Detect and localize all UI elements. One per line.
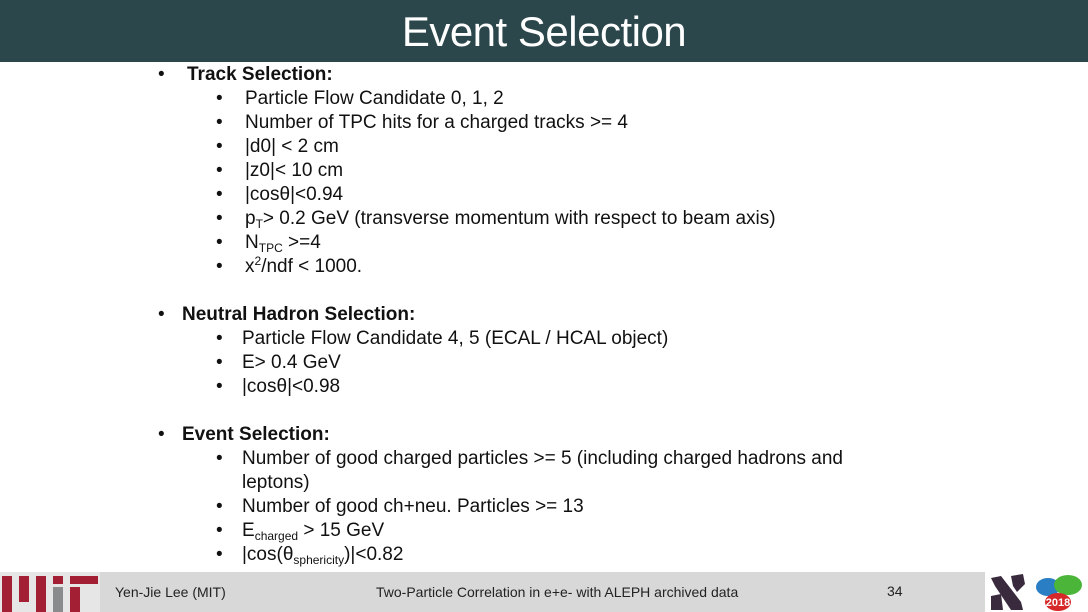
item-text: Number of good ch+neu. Particles >= 13 <box>242 496 584 517</box>
bullet-icon: • <box>216 208 223 229</box>
bullet-icon: • <box>216 136 223 157</box>
track-criteria-list: • Particle Flow Candidate 0, 1, 2 • Number… <box>158 87 1058 279</box>
aleph-logo <box>991 574 1025 610</box>
item-text: x <box>245 256 255 277</box>
conference-year: 2018 <box>1046 597 1070 609</box>
section-heading: Neutral Hadron Selection: <box>158 303 1058 327</box>
subscript: charged <box>254 529 299 543</box>
bullet-icon: • <box>216 496 223 517</box>
item-text: >=4 <box>282 232 321 253</box>
bullet-icon: • <box>216 184 223 205</box>
subscript: T <box>255 217 263 231</box>
bullet-icon: • <box>216 544 223 565</box>
item-text: E> 0.4 GeV <box>242 352 341 373</box>
list-item: • x2/ndf < 1000. <box>158 255 1058 279</box>
track-selection-section: Track Selection: • Particle Flow Candidat… <box>158 63 1058 279</box>
slide-title: Event Selection <box>401 8 687 55</box>
bullet-icon: • <box>216 88 223 109</box>
list-item: • |cos(θsphericity)|<0.82 <box>158 543 902 567</box>
list-item: • Number of TPC hits for a charged tracks… <box>158 111 1058 135</box>
subscript: sphericity <box>293 553 345 567</box>
item-text: > 0.2 GeV (transverse momentum with resp… <box>262 208 776 229</box>
bullet-icon: • <box>216 376 223 397</box>
item-text: Particle Flow Candidate 4, 5 (ECAL / HCA… <box>242 328 669 349</box>
bullet-icon: • <box>216 520 223 541</box>
item-text: /ndf < 1000. <box>261 256 363 277</box>
list-item: • Number of good charged particles >= 5 (… <box>158 447 902 495</box>
item-text: |z0|< 10 cm <box>245 160 344 181</box>
item-text: E <box>242 520 255 541</box>
item-text: |cosθ|<0.98 <box>242 376 341 397</box>
section-heading: Track Selection: <box>158 63 1058 87</box>
list-item: • E> 0.4 GeV <box>158 351 1058 375</box>
item-text: |cosθ|<0.94 <box>245 184 344 205</box>
item-text: )|<0.82 <box>344 544 404 565</box>
list-item: • Number of good ch+neu. Particles >= 13 <box>158 495 902 519</box>
item-text: Number of good charged particles >= 5 (i… <box>242 448 843 493</box>
neutral-criteria-list: • Particle Flow Candidate 4, 5 (ECAL / HC… <box>158 327 1058 399</box>
list-item: • Echarged > 15 GeV <box>158 519 902 543</box>
list-item: • |cosθ|<0.98 <box>158 375 1058 399</box>
neutral-hadron-selection-section: Neutral Hadron Selection: • Particle Flow… <box>158 303 1058 399</box>
list-item: • |z0|< 10 cm <box>158 159 1058 183</box>
page-number: 34 <box>887 583 903 599</box>
item-text: |d0| < 2 cm <box>245 136 339 157</box>
bullet-icon: • <box>216 352 223 373</box>
bullet-icon: • <box>216 232 223 253</box>
footer-talk-title: Two-Particle Correlation in e+e- with AL… <box>376 584 739 600</box>
bullet-icon: • <box>216 112 223 133</box>
list-item: • Particle Flow Candidate 0, 1, 2 <box>158 87 1058 111</box>
item-text: N <box>245 232 259 253</box>
bullet-icon: • <box>216 328 223 349</box>
mit-logo <box>0 572 100 612</box>
item-text: > 15 GeV <box>298 520 385 541</box>
section-heading: Event Selection: <box>158 423 1058 447</box>
subscript: TPC <box>258 241 283 255</box>
list-item: • |d0| < 2 cm <box>158 135 1058 159</box>
bullet-icon: • <box>216 160 223 181</box>
item-text: Particle Flow Candidate 0, 1, 2 <box>245 88 504 109</box>
item-text: p <box>245 208 256 229</box>
event-criteria-list: • Number of good charged particles >= 5 (… <box>158 447 1058 567</box>
list-item: • pT> 0.2 GeV (transverse momentum with r… <box>158 207 1058 231</box>
event-selection-section: Event Selection: • Number of good charged… <box>158 423 1058 567</box>
list-item: • |cosθ|<0.94 <box>158 183 1058 207</box>
bullet-icon: • <box>216 448 223 469</box>
list-item: • Particle Flow Candidate 4, 5 (ECAL / HC… <box>158 327 1058 351</box>
list-item: • NTPC >=4 <box>158 231 1058 255</box>
conference-logo: 2018 <box>1036 575 1082 611</box>
footer-author: Yen-Jie Lee (MIT) <box>115 584 226 600</box>
slide-footer: Yen-Jie Lee (MIT) Two-Particle Correlati… <box>0 572 1088 612</box>
bullet-icon: • <box>216 256 223 277</box>
item-text: |cos(θ <box>242 544 294 565</box>
item-text: Number of TPC hits for a charged tracks … <box>245 112 628 133</box>
slide-content: Track Selection: • Particle Flow Candidat… <box>158 63 1058 567</box>
title-bar: Event Selection <box>0 0 1088 62</box>
